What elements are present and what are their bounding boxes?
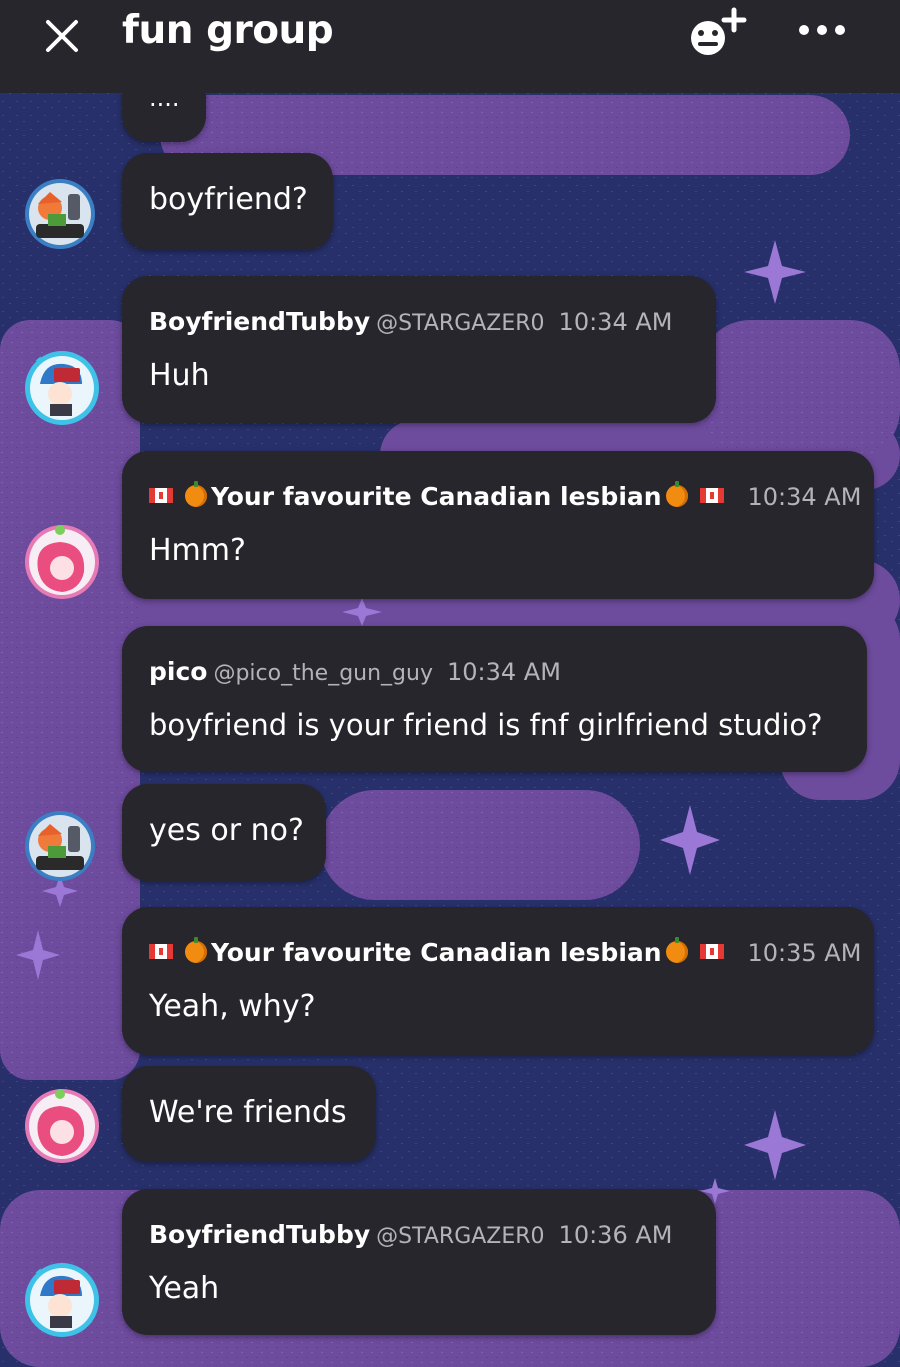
group-title: fun group [122, 8, 334, 53]
more-icon[interactable] [797, 18, 847, 42]
sender-handle: @STARGAZER0 [376, 1224, 545, 1249]
sender-name[interactable]: Your favourite Canadian lesbian [211, 938, 662, 967]
avatar[interactable] [24, 178, 96, 250]
message-bubble[interactable]: BoyfriendTubby @STARGAZER0 10:36 AM Yeah [122, 1189, 716, 1335]
pumpkin-icon [184, 481, 207, 507]
canada-flag-icon [149, 944, 173, 959]
sender-handle: @STARGAZER0 [376, 311, 545, 336]
canada-flag-icon [149, 488, 173, 503]
sender-name[interactable]: BoyfriendTubby [149, 307, 370, 336]
message-text: boyfriend is your friend is fnf girlfrie… [149, 708, 823, 742]
avatar[interactable] [24, 810, 96, 882]
canada-flag-icon [699, 944, 724, 959]
add-member-icon[interactable] [688, 6, 748, 60]
timestamp: 10:34 AM [747, 483, 862, 511]
message-text: Huh [149, 358, 210, 393]
message-text: boyfriend? [149, 182, 308, 217]
avatar[interactable] [24, 350, 100, 426]
sender-name[interactable]: BoyfriendTubby [149, 1220, 370, 1249]
message-text: Yeah, why? [149, 989, 316, 1024]
canada-flag-icon [699, 488, 724, 503]
message-bubble[interactable]: BoyfriendTubby @STARGAZER0 10:34 AM Huh [122, 276, 716, 423]
message-header: BoyfriendTubby @STARGAZER0 10:34 AM [149, 307, 672, 336]
timestamp: 10:35 AM [747, 939, 862, 967]
avatar[interactable] [24, 1262, 100, 1338]
pumpkin-icon [665, 481, 688, 507]
timestamp: 10:34 AM [558, 308, 673, 336]
sender-handle: @pico_the_gun_guy [213, 661, 433, 686]
message-header: Your favourite Canadian lesbian 10:35 AM [149, 937, 862, 967]
sender-name[interactable]: Your favourite Canadian lesbian [211, 482, 662, 511]
close-icon[interactable] [40, 14, 84, 58]
message-text: yes or no? [149, 813, 304, 848]
message-text: Hmm? [149, 533, 246, 568]
message-bubble[interactable]: boyfriend? [122, 153, 333, 250]
sender-name[interactable]: pico [149, 657, 207, 686]
message-header: BoyfriendTubby @STARGAZER0 10:36 AM [149, 1220, 672, 1249]
message-bubble[interactable]: pico @pico_the_gun_guy 10:34 AM boyfriend … [122, 626, 867, 772]
timestamp: 10:34 AM [447, 658, 561, 686]
timestamp: 10:36 AM [558, 1221, 673, 1249]
pumpkin-icon [665, 937, 688, 963]
pumpkin-icon [184, 937, 207, 963]
message-bubble[interactable]: Your favourite Canadian lesbian 10:34 AM… [122, 451, 874, 599]
avatar[interactable] [24, 524, 100, 600]
chat-header: fun group [0, 0, 900, 93]
message-text: We're friends [149, 1095, 347, 1130]
message-bubble[interactable]: yes or no? [122, 784, 326, 881]
avatar[interactable] [24, 1088, 100, 1164]
message-bubble[interactable]: We're friends [122, 1066, 376, 1162]
message-header: pico @pico_the_gun_guy 10:34 AM [149, 657, 561, 686]
message-bubble[interactable]: Your favourite Canadian lesbian 10:35 AM… [122, 907, 874, 1055]
message-header: Your favourite Canadian lesbian 10:34 AM [149, 481, 862, 511]
message-text: Yeah [149, 1271, 220, 1306]
